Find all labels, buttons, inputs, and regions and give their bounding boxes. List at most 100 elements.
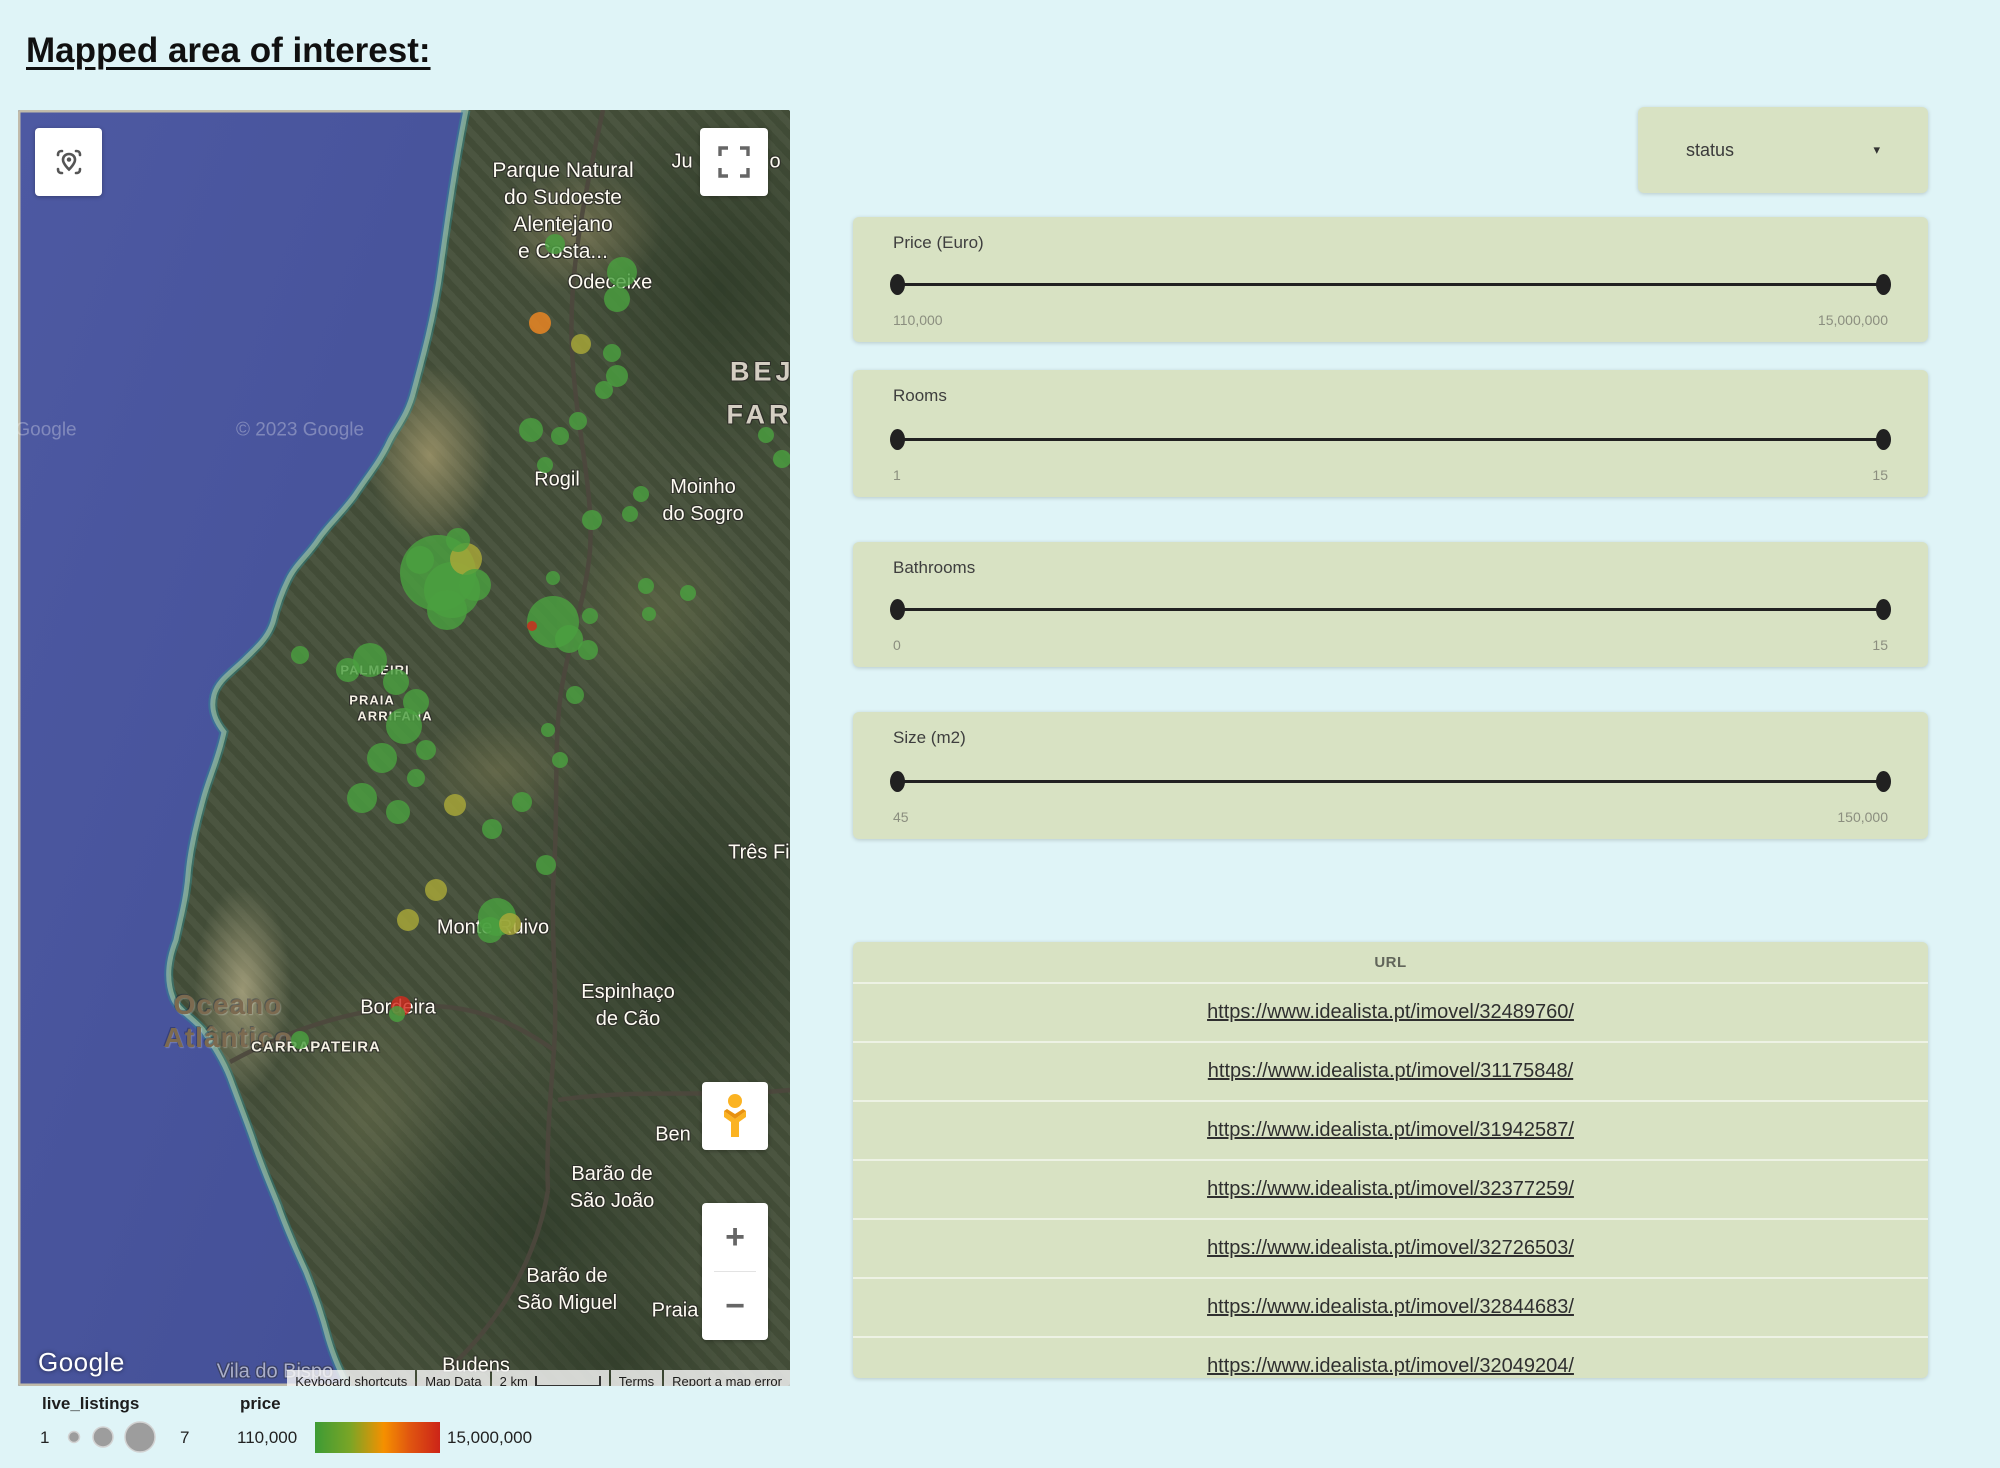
listing-marker[interactable] <box>477 917 503 943</box>
listing-marker[interactable] <box>595 381 613 399</box>
listing-marker[interactable] <box>407 769 425 787</box>
listing-marker[interactable] <box>680 585 696 601</box>
listing-marker[interactable] <box>758 427 774 443</box>
listing-marker[interactable] <box>512 792 532 812</box>
listing-marker[interactable] <box>582 608 598 624</box>
rooms-slider-label: Rooms <box>893 386 947 406</box>
bathrooms-slider-min-handle[interactable] <box>890 599 905 620</box>
listing-marker[interactable] <box>773 450 790 468</box>
size-slider-min-handle[interactable] <box>890 771 905 792</box>
listing-marker[interactable] <box>386 800 410 824</box>
fullscreen-button[interactable] <box>700 128 768 196</box>
listing-marker[interactable] <box>569 412 587 430</box>
size-filter-card: Size (m2) 45 150,000 <box>853 712 1928 839</box>
listing-link[interactable]: https://www.idealista.pt/imovel/32726503… <box>1207 1237 1574 1260</box>
size-legend-min: 1 <box>40 1428 49 1448</box>
price-slider-track[interactable] <box>897 283 1884 286</box>
table-row: https://www.idealista.pt/imovel/32489760… <box>853 982 1928 1041</box>
terms-link[interactable]: Terms <box>611 1370 662 1386</box>
rooms-min-value: 1 <box>893 467 901 483</box>
rooms-filter-card: Rooms 1 15 <box>853 370 1928 497</box>
listing-marker[interactable] <box>459 569 491 601</box>
price-slider-min-handle[interactable] <box>890 274 905 295</box>
listing-link[interactable]: https://www.idealista.pt/imovel/32489760… <box>1207 1001 1574 1024</box>
table-row: https://www.idealista.pt/imovel/32377259… <box>853 1159 1928 1218</box>
listing-marker[interactable] <box>551 427 569 445</box>
listing-marker[interactable] <box>536 855 556 875</box>
listing-marker[interactable] <box>425 879 447 901</box>
size-min-value: 45 <box>893 809 909 825</box>
listing-marker[interactable] <box>291 1031 309 1049</box>
bathrooms-max-value: 15 <box>1872 637 1888 653</box>
listing-marker[interactable] <box>527 621 537 631</box>
attribution-bar: Keyboard shortcuts Map Data 2 km Terms R… <box>18 1363 790 1386</box>
rooms-slider-track[interactable] <box>897 438 1884 441</box>
listing-marker[interactable] <box>604 286 630 312</box>
bathrooms-slider-max-handle[interactable] <box>1876 599 1891 620</box>
price-min-value: 110,000 <box>893 312 943 328</box>
size-max-value: 150,000 <box>1837 809 1888 825</box>
listing-marker[interactable] <box>566 686 584 704</box>
listing-marker[interactable] <box>529 312 551 334</box>
listing-marker[interactable] <box>642 607 656 621</box>
listing-marker[interactable] <box>347 783 377 813</box>
size-slider-max-handle[interactable] <box>1876 771 1891 792</box>
listing-marker[interactable] <box>386 708 422 744</box>
listing-link[interactable]: https://www.idealista.pt/imovel/32844683… <box>1207 1296 1574 1319</box>
frame-listings-button[interactable] <box>35 128 102 196</box>
listing-marker[interactable] <box>603 344 621 362</box>
listing-marker[interactable] <box>406 546 434 574</box>
table-row: https://www.idealista.pt/imovel/32844683… <box>853 1277 1928 1336</box>
legend-dot-small <box>69 1432 80 1443</box>
listing-link[interactable]: https://www.idealista.pt/imovel/32049204… <box>1207 1355 1574 1378</box>
listing-marker[interactable] <box>582 510 602 530</box>
listing-marker[interactable] <box>389 1006 405 1022</box>
map-data-link[interactable]: Map Data <box>417 1370 489 1386</box>
rooms-slider-min-handle[interactable] <box>890 429 905 450</box>
listing-marker[interactable] <box>444 794 466 816</box>
listing-marker[interactable] <box>482 819 502 839</box>
listing-marker[interactable] <box>427 590 467 630</box>
keyboard-shortcuts-link[interactable]: Keyboard shortcuts <box>287 1370 415 1386</box>
listing-marker[interactable] <box>546 571 560 585</box>
listing-marker[interactable] <box>578 640 598 660</box>
color-legend-max: 15,000,000 <box>447 1428 532 1448</box>
fullscreen-icon <box>717 145 751 179</box>
size-slider-track[interactable] <box>897 780 1884 783</box>
listing-marker[interactable] <box>367 743 397 773</box>
table-row: https://www.idealista.pt/imovel/31942587… <box>853 1100 1928 1159</box>
listing-marker[interactable] <box>552 752 568 768</box>
price-slider-max-handle[interactable] <box>1876 274 1891 295</box>
listing-marker[interactable] <box>571 334 591 354</box>
listing-marker[interactable] <box>638 578 654 594</box>
listing-marker[interactable] <box>622 506 638 522</box>
rooms-slider-max-handle[interactable] <box>1876 429 1891 450</box>
report-map-error-link[interactable]: Report a map error <box>664 1370 790 1386</box>
pegman-button[interactable] <box>702 1082 768 1150</box>
color-legend-title: price <box>240 1394 281 1414</box>
listing-marker[interactable] <box>383 669 409 695</box>
listing-marker[interactable] <box>633 486 649 502</box>
listing-marker[interactable] <box>541 723 555 737</box>
page-title: Mapped area of interest: <box>26 31 431 71</box>
listing-marker[interactable] <box>291 646 309 664</box>
listing-marker[interactable] <box>545 234 565 254</box>
zoom-out-button[interactable]: − <box>702 1272 768 1340</box>
listing-marker[interactable] <box>607 257 637 287</box>
status-dropdown[interactable]: status ▾ <box>1638 107 1928 193</box>
listing-marker[interactable] <box>336 658 360 682</box>
bathrooms-filter-card: Bathrooms 0 15 <box>853 542 1928 667</box>
map-canvas[interactable]: Parque Natural do Sudoeste Alentejano e … <box>18 110 790 1386</box>
listing-marker[interactable] <box>397 909 419 931</box>
listing-marker[interactable] <box>519 418 543 442</box>
listing-marker[interactable] <box>446 528 470 552</box>
zoom-in-button[interactable]: + <box>702 1203 768 1271</box>
listing-marker[interactable] <box>416 740 436 760</box>
listing-link[interactable]: https://www.idealista.pt/imovel/31942587… <box>1207 1119 1574 1142</box>
listing-link[interactable]: https://www.idealista.pt/imovel/31175848… <box>1208 1060 1573 1083</box>
listing-marker[interactable] <box>499 913 521 935</box>
listing-link[interactable]: https://www.idealista.pt/imovel/32377259… <box>1207 1178 1574 1201</box>
bathrooms-slider-track[interactable] <box>897 608 1884 611</box>
listing-marker[interactable] <box>537 457 553 473</box>
price-filter-card: Price (Euro) 110,000 15,000,000 <box>853 217 1928 342</box>
